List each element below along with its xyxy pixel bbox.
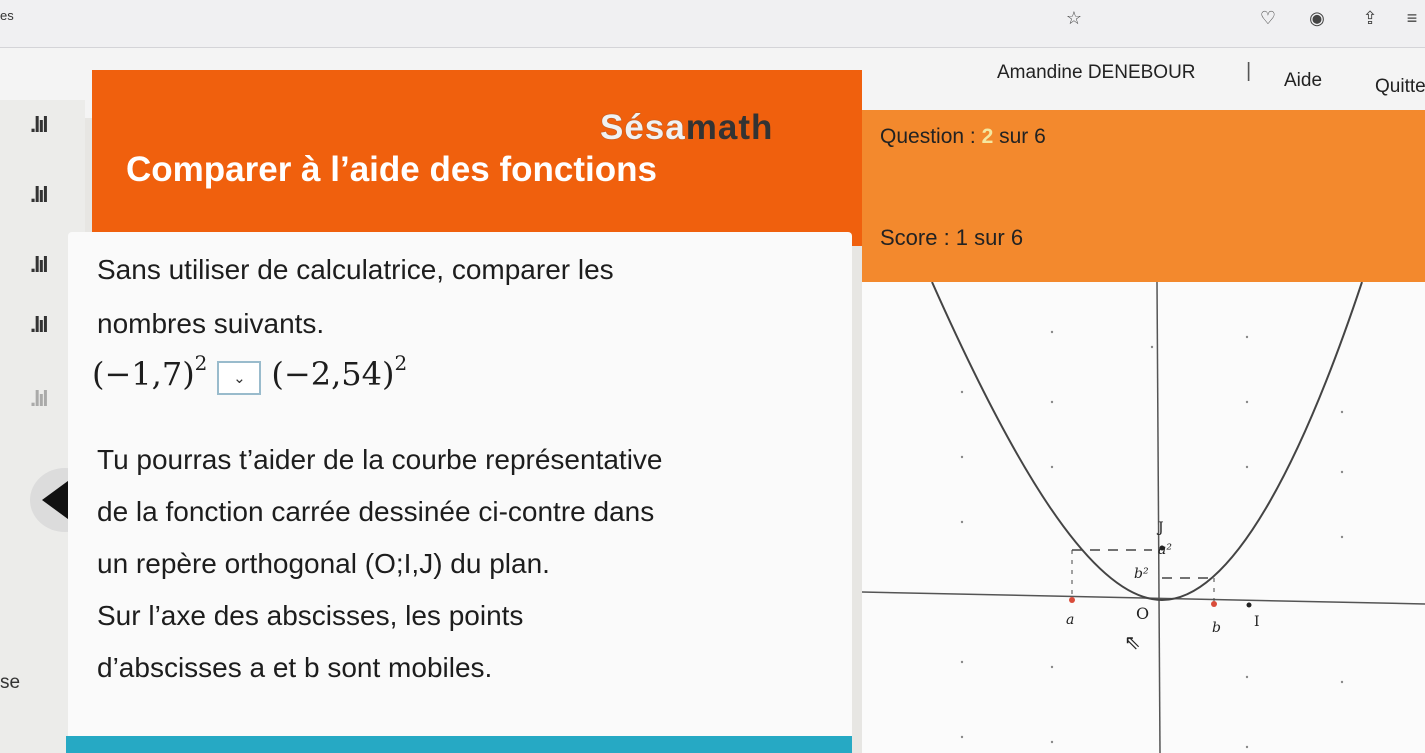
label-a: a	[1066, 612, 1075, 628]
square-function-graph	[862, 282, 1425, 753]
brand-logo-part1: Sésa	[600, 108, 686, 147]
stats-icon[interactable]: .lıl	[30, 252, 49, 278]
point-a[interactable]	[1069, 597, 1075, 603]
comparison-expression: (−1,7) 2 ⌄ (−2,54) 2	[92, 351, 407, 395]
user-name: Amandine DENEBOUR	[997, 62, 1196, 83]
header-separator: |	[1246, 60, 1252, 82]
browser-toolbar	[0, 0, 1425, 48]
label-b-squared: b²	[1134, 566, 1149, 582]
help-link[interactable]: Aide	[1284, 70, 1322, 92]
label-b: b	[1212, 620, 1221, 636]
label-a-squared: a²	[1158, 542, 1172, 558]
x-axis	[862, 591, 1425, 605]
expr-left: (−1,7)	[92, 355, 195, 393]
point-b[interactable]	[1211, 601, 1217, 607]
expr-right: (−2,54)	[271, 355, 395, 393]
exercise-title: Comparer à l’aide des fonctions	[126, 150, 657, 189]
expr-right-exponent: 2	[394, 351, 408, 375]
point-I	[1246, 602, 1252, 608]
bottom-bar	[66, 736, 852, 753]
browser-tab-label[interactable]: es	[0, 8, 14, 23]
y-axis	[1156, 282, 1161, 753]
star-icon[interactable]: ☆	[1062, 6, 1086, 30]
instruction-line: nombres suivants.	[97, 308, 325, 339]
grid-dots	[960, 330, 1344, 749]
help-line: Sur l’axe des abscisses, les points	[97, 600, 524, 631]
label-J: J	[1158, 520, 1164, 536]
instruction-line: Sans utiliser de calculatrice, comparer …	[97, 254, 614, 285]
question-number: 2	[981, 125, 994, 148]
help-line: d’abscisses a et b sont mobiles.	[97, 652, 493, 683]
question-counter: Question : 2 sur 6	[880, 125, 1046, 149]
help-line: de la fonction carrée dessinée ci-contre…	[97, 496, 655, 527]
pocket-icon[interactable]: ♡	[1256, 6, 1280, 30]
sidebar-text: se	[0, 672, 21, 693]
stats-icon[interactable]: .lıl	[30, 182, 49, 208]
quit-link[interactable]: Quitte	[1375, 76, 1425, 98]
menu-icon[interactable]: ≡	[1400, 6, 1424, 30]
comparison-select[interactable]: ⌄	[217, 361, 262, 395]
expr-left-exponent: 2	[194, 351, 208, 375]
stats-icon[interactable]: .lıl	[30, 112, 49, 138]
mouse-cursor-icon: ⇖	[1124, 632, 1141, 654]
stats-icon[interactable]: .lıl	[30, 386, 49, 412]
label-I: I	[1254, 614, 1260, 630]
question-total: sur 6	[999, 125, 1046, 148]
question-label: Question :	[880, 125, 976, 148]
label-O: O	[1136, 604, 1150, 623]
brand-logo: Sésamath	[600, 108, 773, 148]
score: Score : 1 sur 6	[880, 225, 1024, 250]
share-icon[interactable]: ⇪	[1358, 6, 1382, 30]
brand-logo-part2: math	[685, 108, 774, 147]
parabola-curve	[931, 282, 1363, 602]
account-icon[interactable]: ◉	[1305, 6, 1329, 30]
stats-icon[interactable]: .lıl	[30, 312, 49, 338]
help-line: un repère orthogonal (O;I,J) du plan.	[97, 548, 550, 579]
help-line: Tu pourras t’aider de la courbe représen…	[97, 444, 663, 475]
